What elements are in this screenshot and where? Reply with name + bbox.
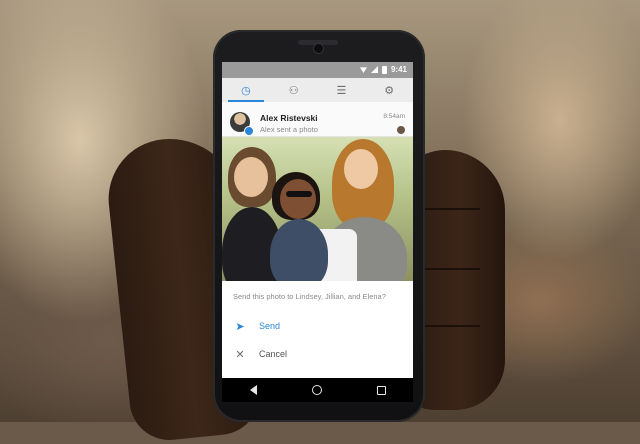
person-face (280, 179, 316, 219)
person-face (344, 149, 378, 189)
message-notification[interactable]: Alex Ristevski Alex sent a photo 8:54am (222, 102, 413, 137)
share-panel: Send this photo to Lindsey, Jillian, and… (222, 281, 413, 378)
signal-icon (370, 66, 378, 73)
notification-subtitle: Alex sent a photo (260, 125, 318, 134)
shared-photo[interactable] (222, 137, 413, 281)
tab-settings[interactable]: ⚙ (365, 78, 413, 102)
tab-people[interactable]: ⚇ (270, 78, 318, 102)
send-button[interactable]: ➤ Send (222, 313, 413, 339)
status-icons: 9:41 (359, 65, 407, 74)
front-camera (313, 43, 324, 54)
cancel-button[interactable]: ✕ Cancel (222, 341, 413, 367)
tab-recent[interactable]: ◷ (222, 78, 270, 102)
back-icon[interactable] (249, 385, 257, 395)
status-bar: 9:41 (222, 62, 413, 78)
read-receipt-avatar (397, 126, 405, 134)
send-label: Send (259, 321, 281, 331)
home-icon[interactable] (311, 385, 322, 395)
sender-name: Alex Ristevski (260, 113, 318, 123)
battery-icon (381, 65, 387, 74)
status-time: 9:41 (390, 65, 407, 74)
person-body (270, 219, 328, 281)
sunglasses (286, 191, 312, 197)
gear-icon: ⚙ (384, 84, 395, 97)
share-prompt: Send this photo to Lindsey, Jillian, and… (233, 292, 386, 301)
tab-bar: ◷ ⚇ ☰ ⚙ (222, 78, 413, 102)
person-face (234, 157, 268, 197)
wifi-icon (359, 67, 367, 73)
send-icon: ➤ (235, 320, 245, 333)
tab-list[interactable]: ☰ (318, 78, 366, 102)
close-icon: ✕ (235, 348, 245, 361)
clock-icon: ◷ (241, 84, 251, 97)
people-icon: ⚇ (288, 84, 299, 97)
navigation-bar (222, 378, 413, 402)
list-icon: ☰ (336, 84, 347, 97)
phone-screen: 9:41 ◷ ⚇ ☰ ⚙ Alex Ristevski Alex sent a … (222, 62, 413, 402)
cancel-label: Cancel (259, 349, 288, 359)
messenger-badge-icon (244, 126, 254, 136)
recent-apps-icon[interactable] (376, 385, 386, 395)
notification-time: 8:54am (383, 113, 405, 120)
